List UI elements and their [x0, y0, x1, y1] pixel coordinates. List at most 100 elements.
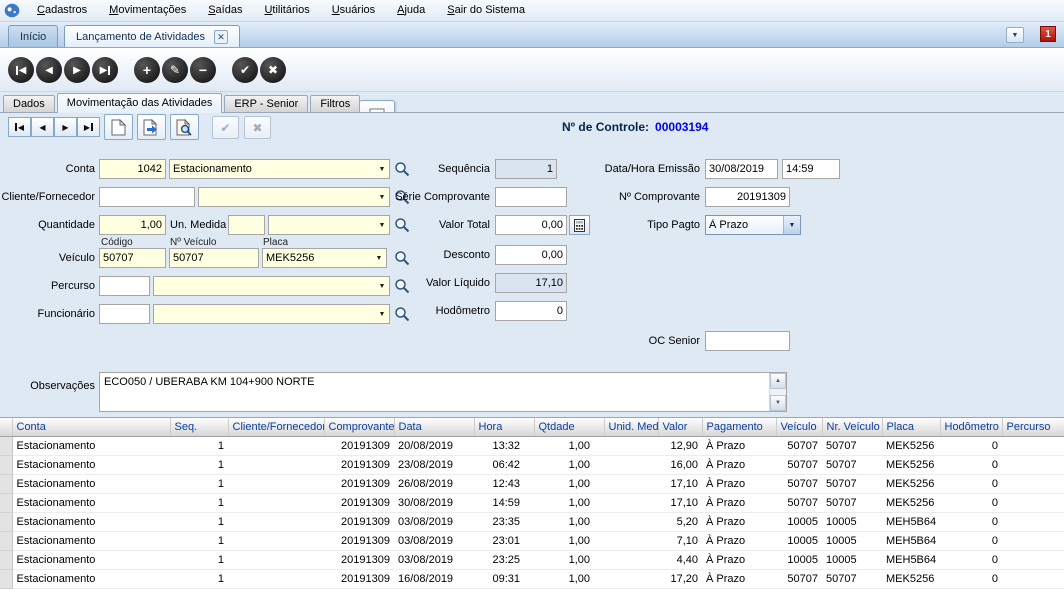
add-record-button[interactable]: + [134, 57, 160, 83]
cliente-fornecedor-code-input[interactable] [99, 187, 195, 207]
col-header-hodometro[interactable]: Hodômetro [940, 418, 1002, 436]
data-emissao-input[interactable] [705, 159, 778, 179]
table-row[interactable]: Estacionamento12019130903/08/201923:011,… [0, 531, 1064, 550]
funcionario-code-input[interactable] [99, 304, 150, 324]
table-row[interactable]: Estacionamento12019130930/08/201914:591,… [0, 493, 1064, 512]
scroll-down-icon[interactable]: ▼ [770, 395, 786, 411]
table-row[interactable]: Estacionamento12019130916/08/201909:311,… [0, 569, 1064, 588]
grid-last-button[interactable]: ▶ [77, 117, 100, 137]
col-header-qtdade[interactable]: Qtdade [534, 418, 604, 436]
subtab-erp-senior[interactable]: ERP - Senior [224, 95, 308, 112]
oc-senior-input[interactable] [705, 331, 790, 351]
dropdown-arrow-icon[interactable]: ▼ [375, 222, 389, 229]
veiculo-search-icon[interactable] [394, 250, 410, 266]
apply-button[interactable]: ✔ [212, 116, 239, 139]
col-header-placa[interactable]: Placa [882, 418, 940, 436]
conta-search-icon[interactable] [394, 161, 410, 177]
notification-badge[interactable]: 1 [1040, 26, 1056, 42]
col-header-seq[interactable]: Seq. [170, 418, 228, 436]
hodometro-input[interactable] [495, 301, 567, 321]
percurso-code-input[interactable] [99, 276, 150, 296]
grid-prev-button[interactable]: ◀ [31, 117, 54, 137]
num-comprovante-input[interactable] [705, 187, 790, 207]
edit-record-button[interactable]: ✎ [162, 57, 188, 83]
menu-utilitarios[interactable]: Utilitários [253, 0, 320, 22]
serie-comprovante-input[interactable] [495, 187, 567, 207]
hora-emissao-input[interactable] [782, 159, 840, 179]
un-medida-search-icon[interactable] [394, 217, 410, 233]
dropdown-arrow-icon[interactable]: ▼ [375, 311, 389, 318]
discard-button[interactable]: ✖ [244, 116, 271, 139]
grid-body: Estacionamento12019130920/08/201913:321,… [0, 436, 1064, 588]
subtab-dados[interactable]: Dados [3, 95, 55, 112]
first-record-button[interactable]: ◀ [8, 57, 34, 83]
conta-combo[interactable]: Estacionamento ▼ [169, 159, 390, 179]
last-record-button[interactable]: ▶ [92, 57, 118, 83]
next-record-button[interactable]: ▶ [64, 57, 90, 83]
conta-code-input[interactable] [99, 159, 166, 179]
dropdown-arrow-icon[interactable]: ▼ [375, 283, 389, 290]
scroll-up-icon[interactable]: ▲ [770, 373, 786, 389]
percurso-search-icon[interactable] [394, 278, 410, 294]
cancel-button[interactable]: ✖ [260, 57, 286, 83]
observacoes-textarea[interactable]: ECO050 / UBERABA KM 104+900 NORTE ▲ ▼ [99, 372, 787, 412]
table-row[interactable]: Estacionamento12019130903/08/201923:351,… [0, 512, 1064, 531]
new-document-button[interactable] [104, 114, 133, 140]
subtab-movimentacao-das-atividades[interactable]: Movimentação das Atividades [57, 93, 223, 113]
observacoes-scrollbar[interactable]: ▲ ▼ [769, 373, 786, 411]
dropdown-arrow-icon[interactable]: ▼ [783, 216, 800, 234]
col-header-comprovante[interactable]: Comprovante [324, 418, 394, 436]
col-header-pagamento[interactable]: Pagamento [702, 418, 776, 436]
chevron-down-icon[interactable]: ▼ [1006, 27, 1024, 43]
menu-sair-do-sistema[interactable]: Sair do Sistema [436, 0, 536, 22]
un-medida-combo[interactable]: ▼ [268, 215, 390, 235]
confirm-button[interactable]: ✔ [232, 57, 258, 83]
un-medida-code-input[interactable] [228, 215, 265, 235]
menu-cadastros[interactable]: Cadastros [26, 0, 98, 22]
quantidade-input[interactable] [99, 215, 166, 235]
valor-total-input[interactable] [495, 215, 567, 235]
menu-movimentacoes[interactable]: Movimentações [98, 0, 197, 22]
cliente-fornecedor-combo[interactable]: ▼ [198, 187, 390, 207]
cell-qtdade: 1,00 [534, 531, 604, 550]
tab-inicio[interactable]: Início [8, 25, 58, 47]
col-header-hora[interactable]: Hora [474, 418, 534, 436]
dropdown-arrow-icon[interactable]: ▼ [375, 194, 389, 201]
col-header-veiculo[interactable]: Veículo [776, 418, 822, 436]
col-header-cliente-fornecedor[interactable]: Cliente/Fornecedor [228, 418, 324, 436]
funcionario-search-icon[interactable] [394, 306, 410, 322]
tab-lancamento-de-atividades[interactable]: Lançamento de Atividades ✕ [64, 25, 240, 47]
delete-record-button[interactable]: − [190, 57, 216, 83]
table-row[interactable]: Estacionamento12019130926/08/201912:431,… [0, 474, 1064, 493]
col-header-unid-med[interactable]: Unid. Med. [604, 418, 658, 436]
dropdown-arrow-icon[interactable]: ▼ [375, 166, 389, 173]
menu-usuarios[interactable]: Usuários [321, 0, 386, 22]
tipo-pagto-combo[interactable]: À Prazo ▼ [705, 215, 801, 235]
col-header-percurso[interactable]: Percurso [1002, 418, 1064, 436]
search-movement-button[interactable] [170, 114, 199, 140]
menu-ajuda[interactable]: Ajuda [386, 0, 436, 22]
col-header-data[interactable]: Data [394, 418, 474, 436]
table-row[interactable]: Estacionamento12019130920/08/201913:321,… [0, 436, 1064, 455]
col-header-valor[interactable]: Valor [658, 418, 702, 436]
veiculo-placa-combo[interactable]: MEK5256 ▼ [262, 248, 387, 268]
veiculo-codigo-input[interactable] [99, 248, 166, 268]
calculator-button[interactable] [569, 215, 590, 235]
previous-record-button[interactable]: ◀ [36, 57, 62, 83]
grid-first-button[interactable]: ◀ [8, 117, 31, 137]
desconto-input[interactable] [495, 245, 567, 265]
veiculo-numero-input[interactable] [169, 248, 259, 268]
grid-next-button[interactable]: ▶ [54, 117, 77, 137]
dropdown-arrow-icon[interactable]: ▼ [372, 255, 386, 262]
table-row[interactable]: Estacionamento12019130903/08/201923:251,… [0, 550, 1064, 569]
funcionario-combo[interactable]: ▼ [153, 304, 390, 324]
col-header-nr-veiculo[interactable]: Nr. Veículo [822, 418, 882, 436]
menu-saidas[interactable]: Saídas [197, 0, 253, 22]
col-header-conta[interactable]: Conta [12, 418, 170, 436]
table-row[interactable]: Estacionamento12019130923/08/201906:421,… [0, 455, 1064, 474]
percurso-combo[interactable]: ▼ [153, 276, 390, 296]
import-document-button[interactable] [137, 114, 166, 140]
cell-placa: MEH5B64 [882, 550, 940, 569]
close-tab-icon[interactable]: ✕ [214, 30, 228, 44]
subtab-filtros[interactable]: Filtros [310, 95, 360, 112]
